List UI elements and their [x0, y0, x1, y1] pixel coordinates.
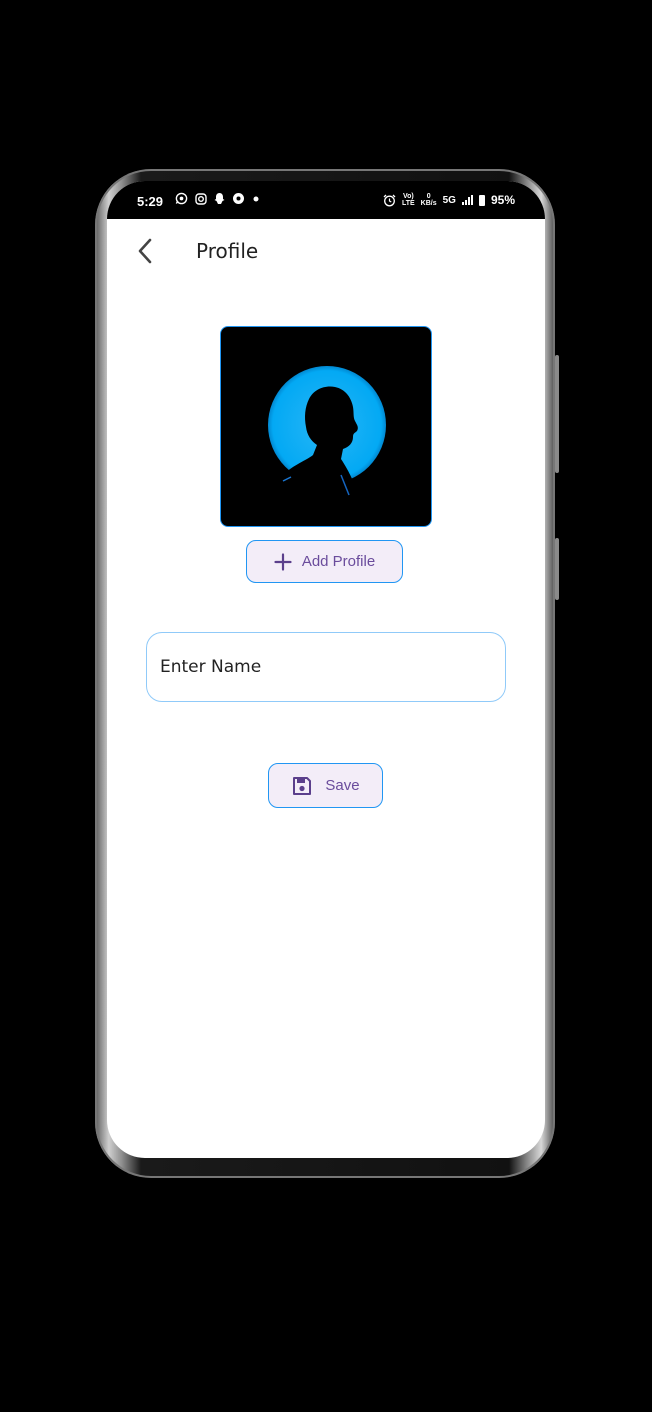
back-button[interactable]	[129, 231, 161, 271]
name-input-label: Enter Name	[160, 657, 262, 677]
power-button	[555, 538, 559, 600]
person-silhouette-icon	[268, 366, 386, 497]
name-input[interactable]: Enter Name	[146, 632, 506, 702]
volume-button	[555, 355, 559, 473]
plus-icon	[274, 552, 292, 571]
network-speed: 0 KB/s	[421, 193, 437, 207]
alarm-icon	[383, 194, 396, 206]
whatsapp-icon	[175, 192, 188, 205]
status-bar: 5:29 Vo) LTE 0 KB/s 5G 95%	[107, 181, 545, 219]
signal-icon	[461, 195, 473, 205]
profile-avatar	[220, 326, 432, 527]
battery-icon	[478, 194, 485, 206]
save-label: Save	[325, 777, 360, 794]
volte-top: Vo)	[402, 193, 414, 200]
instagram-icon	[195, 192, 207, 205]
app-bar: Profile	[107, 219, 545, 283]
add-profile-button[interactable]: Add Profile	[246, 540, 403, 583]
volte-indicator: Vo) LTE	[402, 193, 415, 207]
snapchat-icon	[214, 193, 225, 204]
app-screen: 5:29 Vo) LTE 0 KB/s 5G 95% Profile Add P…	[107, 181, 545, 1158]
add-profile-label: Add Profile	[301, 553, 376, 570]
settings-icon	[233, 193, 244, 204]
battery-percent: 95%	[490, 193, 515, 207]
notification-icons	[175, 192, 260, 205]
network-speed-unit: KB/s	[420, 200, 437, 207]
network-type: 5G	[442, 194, 456, 206]
status-time: 5:29	[137, 194, 164, 209]
chevron-left-icon	[138, 238, 152, 264]
page-title: Profile	[196, 239, 259, 263]
volte-bottom: LTE	[401, 200, 415, 207]
dot-icon	[253, 196, 259, 201]
floppy-disk-icon	[293, 776, 312, 795]
system-icons: Vo) LTE 0 KB/s 5G 95%	[383, 193, 515, 207]
network-speed-value: 0	[426, 193, 431, 200]
save-button[interactable]: Save	[268, 763, 383, 808]
